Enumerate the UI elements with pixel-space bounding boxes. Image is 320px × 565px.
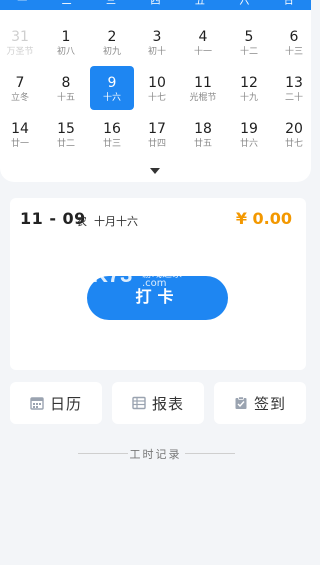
day-number: 12 xyxy=(240,75,258,91)
weekday-label: 一 xyxy=(17,0,28,7)
calendar-day[interactable]: 13 二十 xyxy=(274,66,314,110)
day-number: 19 xyxy=(240,121,258,137)
calendar-day-selected[interactable]: 9 十六 xyxy=(90,66,134,110)
calendar-day[interactable]: 14 廿一 xyxy=(0,112,40,156)
signin-button-label: 签到 xyxy=(253,395,286,413)
day-lunar-label: 初十 xyxy=(147,47,166,57)
signin-button[interactable]: 签到 xyxy=(214,382,306,424)
day-number: 3 xyxy=(152,29,162,45)
day-lunar-label: 十五 xyxy=(56,93,75,103)
day-number: 15 xyxy=(57,121,75,137)
divider xyxy=(185,453,235,454)
day-number: 18 xyxy=(194,121,212,137)
weekday-label: 四 xyxy=(150,0,161,7)
weekday-label: 五 xyxy=(194,0,205,7)
calendar-day[interactable]: 2 初九 xyxy=(92,20,132,64)
lunar-tag: 农 xyxy=(76,215,87,228)
day-number: 10 xyxy=(148,75,166,91)
day-number: 9 xyxy=(107,75,117,91)
calendar-day[interactable]: 18 廿五 xyxy=(183,112,223,156)
day-number: 14 xyxy=(11,121,29,137)
punch-card: 11 - 09 农 十月十六 ¥ 0.00 打卡 xyxy=(10,198,306,370)
day-lunar-label: 十一 xyxy=(193,47,212,57)
punch-button[interactable]: 打卡 xyxy=(87,276,228,320)
day-number: 8 xyxy=(61,75,71,91)
day-lunar-label: 廿一 xyxy=(10,139,29,149)
day-lunar-label: 二十 xyxy=(284,93,303,103)
day-number: 16 xyxy=(103,121,121,137)
report-button[interactable]: 报表 xyxy=(112,382,204,424)
calendar-day[interactable]: 7 立冬 xyxy=(0,66,40,110)
day-lunar-label: 十六 xyxy=(102,93,121,103)
calendar-day[interactable]: 10 十七 xyxy=(137,66,177,110)
section-title: 工时记录 xyxy=(129,448,182,461)
report-button-label: 报表 xyxy=(151,395,184,413)
day-number: 17 xyxy=(148,121,166,137)
earnings-amount: ¥ 0.00 xyxy=(235,209,292,228)
day-number: 13 xyxy=(285,75,303,91)
day-number: 6 xyxy=(289,29,299,45)
weekday-label: 二 xyxy=(61,0,72,7)
calendar-day[interactable]: 3 初十 xyxy=(137,20,177,64)
day-lunar-label: 十二 xyxy=(239,47,258,57)
calendar-day[interactable]: 8 十五 xyxy=(46,66,86,110)
day-lunar-label: 廿五 xyxy=(193,139,212,149)
day-lunar-label: 廿三 xyxy=(102,139,121,149)
calendar-day[interactable]: 6 十三 xyxy=(274,20,314,64)
weekday-header: 一 二 三 四 五 六 日 xyxy=(0,0,311,10)
day-number: 31 xyxy=(11,29,29,45)
day-lunar-label: 立冬 xyxy=(10,93,29,103)
day-lunar-label: 初九 xyxy=(102,47,121,57)
day-number: 1 xyxy=(61,29,71,45)
calendar-grid: 31 万圣节 1 初八 2 初九 3 初十 4 十一 5 十二 6 十三 7 立冬 8 十五 9 十六 10 十七 11 光棍… xyxy=(0,10,311,182)
calendar-day[interactable]: 5 十二 xyxy=(229,20,269,64)
day-lunar-label: 光棍节 xyxy=(189,93,217,103)
calendar-day[interactable]: 31 万圣节 xyxy=(0,20,40,64)
day-number: 5 xyxy=(244,29,254,45)
report-table-icon xyxy=(132,396,146,410)
day-number: 4 xyxy=(198,29,208,45)
calendar-day[interactable]: 12 十九 xyxy=(229,66,269,110)
calendar-day[interactable]: 16 廿三 xyxy=(92,112,132,156)
clipboard-check-icon xyxy=(234,396,248,410)
calendar-day[interactable]: 4 十一 xyxy=(183,20,223,64)
day-number: 7 xyxy=(15,75,25,91)
day-lunar-label: 廿七 xyxy=(284,139,303,149)
calendar-day[interactable]: 1 初八 xyxy=(46,20,86,64)
day-lunar-label: 初八 xyxy=(56,47,75,57)
day-lunar-label: 万圣节 xyxy=(6,47,34,57)
calendar-button[interactable]: 日历 xyxy=(10,382,102,424)
day-lunar-label: 廿二 xyxy=(56,139,75,149)
day-lunar-label: 廿四 xyxy=(147,139,166,149)
lunar-date: 十月十六 xyxy=(94,215,138,228)
calendar-icon xyxy=(30,396,44,410)
day-lunar-label: 十九 xyxy=(239,93,258,103)
day-number: 20 xyxy=(285,121,303,137)
calendar-day[interactable]: 17 廿四 xyxy=(137,112,177,156)
weekday-label: 六 xyxy=(239,0,250,7)
day-number: 2 xyxy=(107,29,117,45)
day-lunar-label: 十三 xyxy=(284,47,303,57)
triangle-down-icon[interactable] xyxy=(150,168,160,174)
day-number: 11 xyxy=(194,75,212,91)
day-lunar-label: 十七 xyxy=(147,93,166,103)
weekday-label: 三 xyxy=(106,0,117,7)
calendar-day[interactable]: 20 廿七 xyxy=(274,112,314,156)
weekday-label: 日 xyxy=(283,0,294,7)
calendar-button-label: 日历 xyxy=(49,395,82,413)
calendar-day[interactable]: 19 廿六 xyxy=(229,112,269,156)
calendar-day[interactable]: 15 廿二 xyxy=(46,112,86,156)
calendar-day[interactable]: 11 光棍节 xyxy=(183,66,223,110)
day-lunar-label: 廿六 xyxy=(239,139,258,149)
